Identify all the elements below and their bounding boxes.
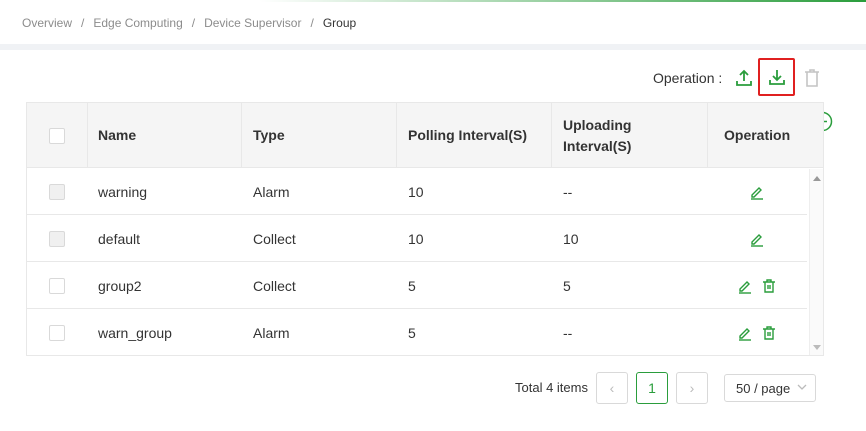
cell-polling: 5 — [408, 324, 416, 341]
operation-label: Operation : — [653, 70, 723, 86]
edit-icon[interactable] — [749, 184, 765, 200]
breadcrumb-item-overview[interactable]: Overview — [22, 16, 72, 30]
page-size-select[interactable]: 50 / page — [724, 374, 816, 402]
row-checkbox[interactable] — [49, 324, 65, 341]
chevron-down-icon — [797, 384, 807, 390]
uploading-header-line1: Uploading — [563, 116, 632, 133]
cell-uploading: 10 — [563, 230, 579, 247]
table-scrollbar[interactable] — [809, 169, 823, 355]
cell-name: group2 — [98, 277, 142, 294]
row-checkbox[interactable] — [49, 277, 65, 294]
breadcrumb-item-device-supervisor[interactable]: Device Supervisor — [204, 16, 301, 30]
breadcrumb-separator: / — [81, 16, 85, 30]
prev-page-button[interactable]: ‹ — [596, 372, 628, 404]
breadcrumb-current: Group — [322, 16, 357, 30]
pagination: Total 4 items ‹ 1 › 50 / page — [0, 372, 866, 404]
column-header-polling-interval[interactable]: Polling Interval(S) — [408, 103, 527, 168]
cell-name: warning — [98, 183, 148, 200]
delete-selected-button[interactable] — [800, 66, 824, 90]
cell-polling: 10 — [408, 183, 424, 200]
table-row: group2 Collect 5 5 — [27, 262, 807, 309]
breadcrumb-separator: / — [310, 16, 314, 30]
trash-icon[interactable] — [761, 325, 777, 341]
cell-polling: 10 — [408, 230, 424, 247]
chevron-left-icon: ‹ — [609, 380, 615, 396]
row-checkbox — [49, 183, 65, 200]
page-size-value: 50 / page — [736, 380, 791, 396]
edit-icon[interactable] — [749, 231, 765, 247]
table-header: Name Type Polling Interval(S) Uploading … — [27, 103, 823, 168]
column-header-uploading-interval[interactable]: Uploading Interval(S) — [563, 103, 631, 168]
chevron-right-icon: › — [689, 380, 695, 396]
select-all-checkbox[interactable] — [49, 127, 65, 144]
upload-button[interactable] — [732, 66, 756, 90]
breadcrumb: Overview / Edge Computing / Device Super… — [0, 2, 866, 44]
scroll-down-arrow[interactable] — [813, 345, 821, 350]
next-page-button[interactable]: › — [676, 372, 708, 404]
cell-uploading: 5 — [563, 277, 571, 294]
total-items-text: Total 4 items — [515, 380, 588, 395]
edit-icon[interactable] — [737, 325, 753, 341]
column-header-operation: Operation — [724, 127, 791, 143]
table-row: default Collect 10 10 — [27, 215, 807, 262]
column-header-name[interactable]: Name — [98, 103, 136, 168]
cell-uploading: -- — [563, 183, 573, 200]
cell-type: Collect — [253, 277, 296, 294]
trash-icon — [805, 69, 819, 87]
upload-icon — [736, 69, 752, 86]
uploading-header-line2: Interval(S) — [563, 137, 632, 154]
group-table: Name Type Polling Interval(S) Uploading … — [26, 102, 824, 356]
page-1-button[interactable]: 1 — [636, 372, 668, 404]
cell-uploading: -- — [563, 324, 573, 341]
cell-type: Alarm — [253, 324, 290, 341]
cell-polling: 5 — [408, 277, 416, 294]
row-checkbox — [49, 230, 65, 247]
download-icon — [768, 70, 785, 85]
select-all-cell — [49, 103, 65, 168]
trash-icon[interactable] — [761, 278, 777, 294]
cell-type: Alarm — [253, 183, 290, 200]
cell-type: Collect — [253, 230, 296, 247]
cell-name: warn_group — [98, 324, 172, 341]
scroll-up-arrow[interactable] — [813, 176, 821, 181]
column-header-type[interactable]: Type — [253, 103, 285, 168]
table-row: warning Alarm 10 -- — [27, 168, 807, 215]
table-row: warn_group Alarm 5 -- — [27, 309, 807, 356]
download-button[interactable] — [758, 58, 795, 96]
breadcrumb-item-edge-computing[interactable]: Edge Computing — [93, 16, 182, 30]
cell-name: default — [98, 230, 141, 247]
breadcrumb-separator: / — [191, 16, 196, 30]
edit-icon[interactable] — [737, 278, 753, 294]
